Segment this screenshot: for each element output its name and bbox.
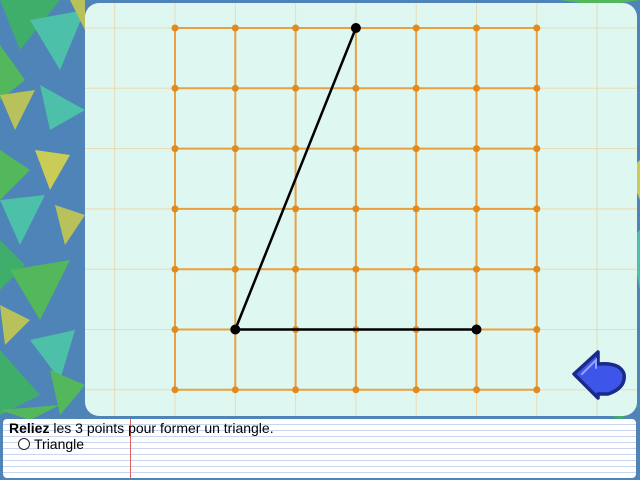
grid-point[interactable] (292, 84, 300, 92)
grid-point[interactable] (171, 265, 179, 273)
grid-point[interactable] (292, 386, 300, 394)
grid-point[interactable] (412, 24, 420, 32)
instruction-text: Reliez les 3 points pour former un trian… (9, 420, 274, 436)
grid-point[interactable] (473, 205, 480, 213)
radio-button[interactable] (18, 438, 30, 450)
grid-point[interactable] (473, 386, 480, 394)
selected-point[interactable] (350, 23, 361, 33)
instruction-rest: les 3 points pour former un triangle. (49, 420, 274, 436)
grid-point[interactable] (412, 84, 420, 92)
grid-point[interactable] (171, 84, 179, 92)
grid-point[interactable] (352, 386, 360, 394)
grid-point[interactable] (533, 326, 541, 333)
grid-point[interactable] (231, 265, 239, 273)
grid-point[interactable] (412, 386, 420, 394)
instruction-bold-word: Reliez (9, 420, 50, 436)
grid-point[interactable] (473, 145, 480, 153)
grid-point[interactable] (533, 265, 541, 273)
grid-point[interactable] (352, 84, 360, 92)
grid-point[interactable] (533, 386, 541, 394)
grid-point[interactable] (533, 145, 541, 153)
grid-point[interactable] (292, 265, 300, 273)
grid-point[interactable] (473, 265, 480, 273)
grid-point[interactable] (171, 326, 179, 333)
grid-point[interactable] (171, 205, 179, 213)
selected-point[interactable] (471, 324, 482, 335)
grid-point[interactable] (292, 145, 300, 153)
grid-point[interactable] (231, 205, 239, 213)
grid-point[interactable] (533, 24, 541, 32)
grid-point[interactable] (352, 265, 360, 273)
grid-point[interactable] (352, 205, 360, 213)
grid-point[interactable] (352, 145, 360, 153)
grid-point[interactable] (473, 24, 480, 32)
grid-point[interactable] (231, 386, 239, 394)
grid-point[interactable] (412, 145, 420, 153)
option-label: Triangle (34, 436, 85, 452)
grid-point[interactable] (171, 24, 179, 32)
grid-point[interactable] (171, 386, 179, 394)
grid-point[interactable] (292, 205, 300, 213)
option-triangle[interactable]: Triangle (18, 436, 84, 452)
selected-point[interactable] (230, 324, 241, 335)
back-arrow-icon (572, 350, 626, 400)
grid-point[interactable] (533, 84, 541, 92)
grid-point[interactable] (171, 145, 179, 153)
grid-canvas[interactable] (85, 3, 637, 416)
grid-point[interactable] (292, 24, 300, 32)
grid-point[interactable] (412, 265, 420, 273)
back-button[interactable] (568, 346, 632, 406)
grid-point[interactable] (473, 84, 480, 92)
grid-point[interactable] (412, 205, 420, 213)
grid-point[interactable] (231, 84, 239, 92)
grid-point[interactable] (231, 145, 239, 153)
grid-point[interactable] (533, 205, 541, 213)
instruction-panel: Reliez les 3 points pour former un trian… (3, 419, 636, 478)
grid-point[interactable] (231, 24, 239, 32)
drawing-board[interactable] (85, 3, 637, 416)
